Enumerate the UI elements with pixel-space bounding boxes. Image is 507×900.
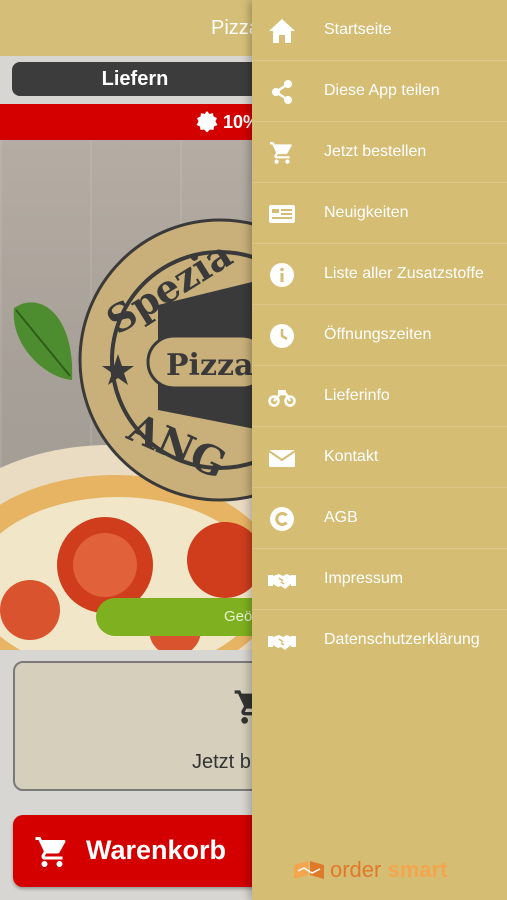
open-status-label: Geö (224, 608, 253, 625)
motorbike-icon (268, 390, 296, 407)
handshake-icon (268, 574, 296, 589)
copyright-icon (270, 507, 294, 531)
menu-item-delivery-info[interactable]: Lieferinfo (252, 366, 507, 427)
menu-label: Datenschutzerklärung (324, 631, 480, 648)
share-icon (272, 80, 292, 104)
clock-icon (270, 324, 294, 348)
menu-label: Diese App teilen (324, 82, 440, 99)
home-icon (269, 19, 295, 43)
discount-badge-icon (196, 111, 218, 133)
handshake-icon (268, 635, 296, 650)
order-now-label: Jetzt b (192, 751, 251, 773)
menu-label: Öffnungszeiten (324, 326, 432, 343)
menu-item-additives-list[interactable]: Liste aller Zusatzstoffe (252, 244, 507, 305)
cart-icon (270, 142, 292, 164)
menu-label: Neuigkeiten (324, 204, 409, 221)
menu-label: Liste aller Zusatzstoffe (324, 265, 484, 282)
menu-item-opening-hours[interactable]: Öffnungszeiten (252, 305, 507, 366)
menu-item-order-now[interactable]: Jetzt bestellen (252, 122, 507, 183)
menu-label: Kontakt (324, 448, 379, 465)
envelope-icon (268, 450, 296, 467)
info-icon (270, 263, 294, 287)
ordersmart-logo-icon (294, 861, 324, 879)
delivery-mode-label: Liefern (101, 68, 169, 90)
menu-item-impressum[interactable]: Impressum (252, 549, 507, 610)
menu-item-agb[interactable]: AGB (252, 488, 507, 549)
news-icon (269, 205, 295, 223)
navigation-drawer: Startseite Diese App teilen Jetzt bestel… (252, 0, 507, 900)
menu-item-news[interactable]: Neuigkeiten (252, 183, 507, 244)
menu-item-startseite[interactable]: Startseite (252, 0, 507, 61)
hero-illustration: Spezia Pizza ANG (0, 218, 260, 650)
badge-center-text: Pizza (166, 348, 253, 383)
menu-item-share-app[interactable]: Diese App teilen (252, 61, 507, 122)
open-status-pill: Geö (96, 598, 260, 636)
menu-item-contact[interactable]: Kontakt (252, 427, 507, 488)
ordersmart-logo-text: order smart (330, 857, 448, 882)
menu-label: Jetzt bestellen (324, 143, 427, 160)
cart-button-label: Warenkorb (86, 835, 227, 865)
menu-label: Impressum (324, 570, 404, 587)
cart-icon (35, 837, 66, 867)
menu-item-privacy-policy[interactable]: Datenschutzerklärung (252, 610, 507, 671)
menu-label: Startseite (324, 21, 392, 38)
menu-label: AGB (324, 509, 358, 526)
menu-label: Lieferinfo (324, 387, 390, 404)
hero-image: Spezia Pizza ANG Geö (0, 140, 260, 650)
